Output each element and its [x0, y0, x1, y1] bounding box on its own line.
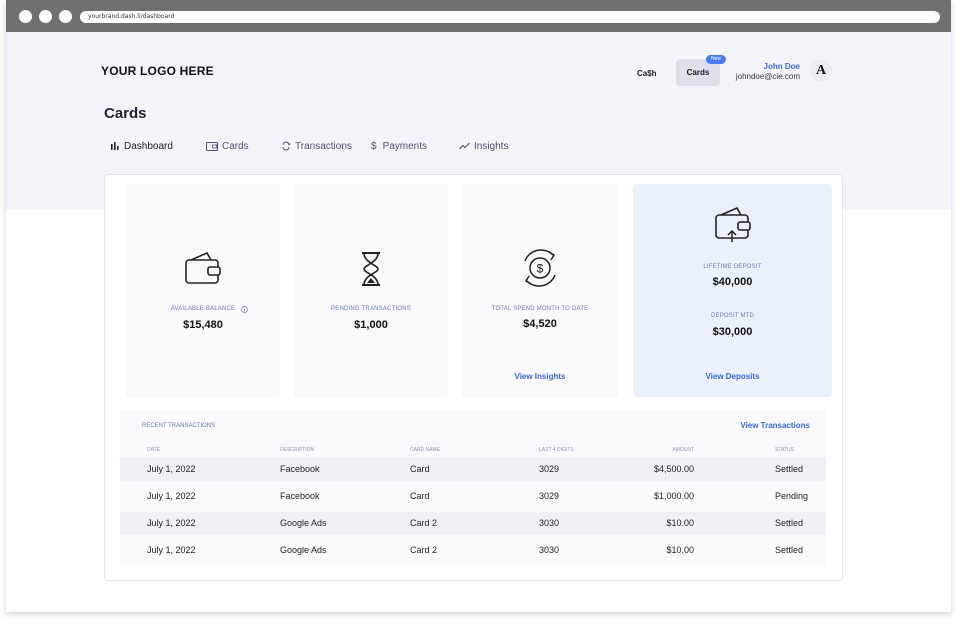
available-balance-card: AVAILABLE BALANCE $15,480	[126, 184, 280, 397]
tab-label: Cards	[222, 140, 249, 152]
column-header-last-4-digits: LAST 4 DIGITS	[539, 447, 574, 453]
tab-dashboard[interactable]: Dashboard	[110, 139, 173, 153]
tab-insights[interactable]: Insights	[459, 139, 508, 153]
column-header-description: DESCRIPTION	[280, 447, 315, 453]
wallet-icon	[185, 251, 221, 284]
table-row[interactable]: July 1, 2022 Facebook Card 3029 $4,500.0…	[120, 458, 826, 481]
user-name[interactable]: John Doe	[700, 62, 800, 71]
available-balance-label: AVAILABLE BALANCE	[170, 306, 236, 312]
transfer-icon	[282, 141, 291, 151]
cell-last-4: 3030	[539, 545, 560, 555]
recent-transactions-title: RECENT TRANSACTIONS	[142, 423, 216, 429]
dollar-icon: $	[371, 140, 377, 152]
pending-transactions-value: $1,000	[354, 319, 388, 331]
browser-chrome: yourbrand.dash.li/dashboard	[6, 0, 951, 32]
svg-text:$: $	[537, 262, 544, 276]
tab-transactions[interactable]: Transactions	[281, 139, 352, 153]
cell-status: Settled	[775, 464, 804, 474]
cell-card-name: Card 2	[410, 545, 438, 555]
view-transactions-link[interactable]: View Transactions	[740, 421, 810, 430]
cell-status: Settled	[775, 518, 804, 528]
brand-logo[interactable]: YOUR LOGO HERE	[101, 64, 214, 78]
table-row[interactable]: July 1, 2022 Google Ads Card 2 3030 $10.…	[120, 512, 826, 535]
recent-transactions: RECENT TRANSACTIONS View Transactions DA…	[120, 410, 826, 567]
card-icon	[206, 141, 218, 151]
cell-date: July 1, 2022	[147, 464, 196, 474]
view-insights-link[interactable]: View Insights	[462, 372, 618, 381]
cell-description: Google Ads	[280, 518, 327, 528]
cell-status: Pending	[775, 491, 809, 501]
total-spend-value: $4,520	[523, 318, 557, 330]
dollar-cycle-icon: $	[524, 249, 556, 287]
page-title: Cards	[104, 105, 147, 122]
window-maximize-dot[interactable]	[59, 10, 72, 23]
cell-last-4: 3029	[539, 491, 560, 501]
bar-chart-icon	[111, 142, 119, 150]
tab-cards[interactable]: Cards	[206, 139, 249, 153]
cell-description: Facebook	[280, 464, 320, 474]
user-email: johndoe@cie.com	[735, 72, 800, 81]
hourglass-icon	[362, 252, 380, 286]
column-header-card-name: CARD NAME	[410, 447, 441, 453]
cell-card-name: Card	[410, 491, 430, 501]
cell-date: July 1, 2022	[147, 518, 196, 528]
trend-icon	[459, 142, 470, 150]
avatar[interactable]: A	[810, 60, 832, 82]
cell-amount: $10.00	[666, 518, 694, 528]
window-close-dot[interactable]	[19, 10, 32, 23]
deposit-mtd-label: DEPOSIT MTD	[710, 313, 755, 319]
cell-date: July 1, 2022	[147, 491, 196, 501]
column-header-date: DATE	[147, 447, 160, 453]
pending-transactions-label: PENDING TRANSACTIONS	[331, 306, 411, 312]
cell-card-name: Card 2	[410, 518, 438, 528]
deposit-card: LIFETIME DEPOSIT $40,000 DEPOSIT MTD $30…	[633, 184, 832, 397]
lifetime-deposit-value: $40,000	[712, 276, 753, 288]
total-spend-card: $ TOTAL SPEND MONTH TO DATE $4,520 View …	[462, 184, 618, 397]
column-header-amount: AMOUNT	[672, 447, 694, 453]
cell-amount: $4,500.00	[653, 464, 694, 474]
deposit-mtd-value: $30,000	[712, 326, 753, 338]
cell-description: Facebook	[280, 491, 320, 501]
address-bar[interactable]: yourbrand.dash.li/dashboard	[80, 11, 940, 23]
cell-status: Settled	[775, 545, 804, 555]
top-nav-cash[interactable]: Ca$h	[637, 69, 657, 78]
table-row[interactable]: July 1, 2022 Facebook Card 3029 $1,000.0…	[120, 485, 826, 508]
cell-amount: $1,000.00	[653, 491, 694, 501]
tab-label: Payments	[382, 140, 428, 152]
cell-last-4: 3030	[539, 518, 560, 528]
lifetime-deposit-label: LIFETIME DEPOSIT	[703, 264, 762, 270]
tab-payments[interactable]: $ Payments	[371, 139, 427, 153]
cell-card-name: Card	[410, 464, 430, 474]
tab-label: Insights	[474, 140, 509, 152]
window-minimize-dot[interactable]	[39, 10, 52, 23]
pending-transactions-card: PENDING TRANSACTIONS $1,000	[294, 184, 448, 397]
cell-last-4: 3029	[539, 464, 560, 474]
table-row[interactable]: July 1, 2022 Google Ads Card 2 3030 $10.…	[120, 539, 826, 562]
available-balance-value: $15,480	[183, 319, 223, 331]
info-icon[interactable]	[241, 306, 248, 313]
view-deposits-link[interactable]: View Deposits	[633, 372, 832, 381]
column-header-status: STATUS	[775, 447, 794, 453]
wallet-deposit-icon	[714, 206, 751, 242]
tab-label: Transactions	[295, 140, 352, 152]
cell-date: July 1, 2022	[147, 545, 196, 555]
cell-amount: $10.00	[666, 545, 694, 555]
cell-description: Google Ads	[280, 545, 327, 555]
tab-label: Dashboard	[124, 140, 173, 152]
total-spend-label: TOTAL SPEND MONTH TO DATE	[491, 306, 589, 312]
